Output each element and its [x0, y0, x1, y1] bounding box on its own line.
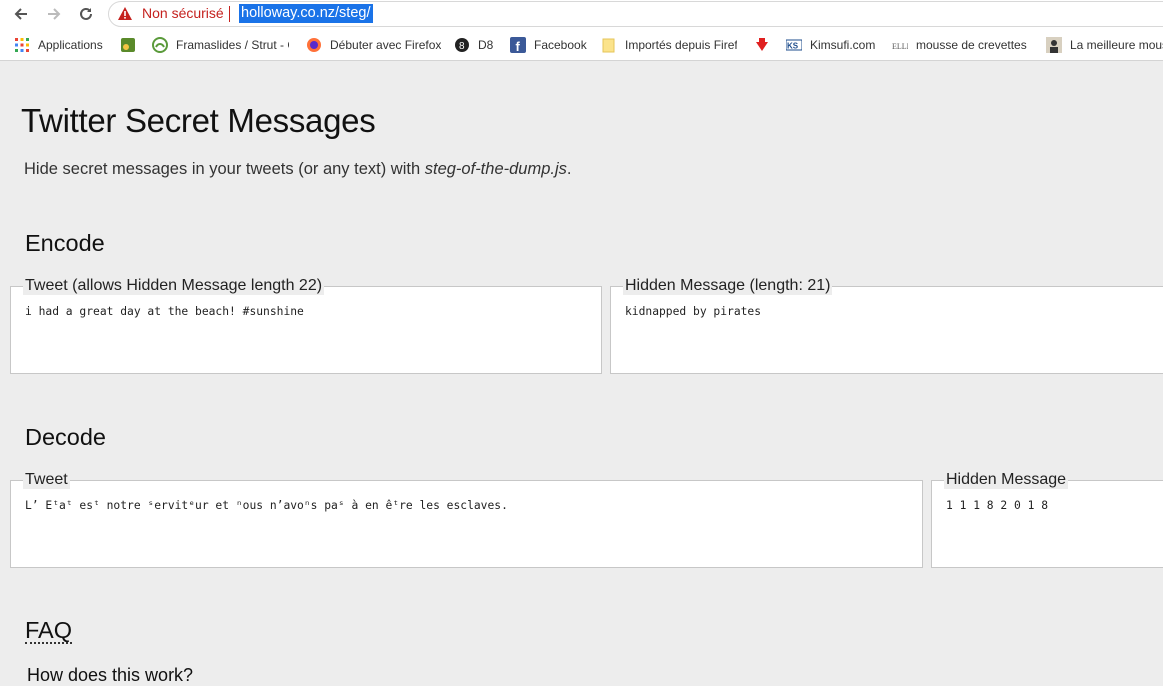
decode-hidden-label: Hidden Message	[944, 471, 1069, 489]
reload-icon	[80, 7, 92, 20]
bookmark-label: Framaslides / Strut - C	[176, 38, 289, 52]
bookmark-applications[interactable]: Applications	[14, 37, 103, 53]
svg-text:f: f	[516, 39, 521, 53]
encode-tweet-textarea[interactable]: i had a great day at the beach! #sunshin…	[25, 305, 595, 318]
back-button[interactable]	[10, 3, 32, 25]
decode-tweet-label: Tweet	[23, 471, 70, 489]
decode-tweet-textarea[interactable]: L’ Eᵗaᵗ esᵗ notre ˢervitᵉur et ⁿous n’av…	[25, 499, 916, 512]
apps-grid-icon	[14, 37, 30, 53]
bookmark-label: Importés depuis Firef	[625, 38, 737, 52]
url-text[interactable]: holloway.co.nz/steg/	[239, 4, 373, 23]
library-name: steg-of-the-dump.js	[424, 160, 567, 178]
kimsufi-icon: KS	[786, 37, 802, 53]
firefox-icon	[306, 37, 322, 53]
bookmark-label: Applications	[38, 38, 103, 52]
svg-text:KS: KS	[787, 42, 799, 51]
omnibox-separator	[229, 6, 230, 22]
bookmark-mousse-crevettes[interactable]: ELLE mousse de crevettes	[892, 37, 1028, 53]
facebook-icon: f	[510, 37, 526, 53]
encode-hidden-textarea[interactable]: kidnapped by pirates	[625, 305, 1163, 318]
bookmarks-bar: Applications Framaslides / Strut - C Déb…	[0, 29, 1163, 61]
forward-button[interactable]	[43, 3, 65, 25]
decode-heading: Decode	[25, 424, 106, 450]
svg-text:ELLE: ELLE	[892, 42, 908, 51]
encode-hidden-label: Hidden Message (length: 21)	[623, 277, 833, 295]
bookmark-label: D8	[478, 38, 494, 52]
browser-toolbar: Non sécurisé holloway.co.nz/steg/	[0, 0, 1163, 29]
warning-icon	[118, 7, 132, 20]
page-content: Twitter Secret Messages Hide secret mess…	[0, 62, 1163, 685]
recipe-icon: ELLE	[892, 37, 908, 53]
bookmark-label: Kimsufi.com	[810, 38, 876, 52]
bookmark-red-arrow[interactable]	[754, 37, 778, 53]
bookmark-label: Facebook	[534, 38, 587, 52]
intro-end: .	[566, 160, 572, 178]
bookmark-framaslides[interactable]: Framaslides / Strut - C	[152, 37, 289, 53]
bookmark-label: La meilleure mous	[1070, 38, 1163, 52]
faq-question: How does this work?	[27, 665, 194, 685]
svg-text:8: 8	[459, 41, 465, 52]
bookmark-imported-folder[interactable]: Importés depuis Firef	[601, 37, 737, 53]
encode-tweet-field[interactable]: Tweet (allows Hidden Message length 22) …	[10, 277, 602, 374]
bookmark-la-meilleure[interactable]: La meilleure mous	[1046, 37, 1163, 53]
intro-lead: Hide secret messages in your tweets (or …	[24, 160, 425, 178]
page-title: Twitter Secret Messages	[21, 102, 376, 139]
encode-hidden-field[interactable]: Hidden Message (length: 21) kidnapped by…	[610, 277, 1163, 374]
bookmark-kimsufi[interactable]: KS Kimsufi.com	[786, 37, 875, 53]
bookmark-facebook[interactable]: f Facebook	[510, 37, 587, 53]
intro-text: Hide secret messages in your tweets (or …	[24, 160, 572, 179]
photo-icon	[1046, 37, 1062, 53]
framaslides-icon	[152, 37, 168, 53]
bookmark-label: Débuter avec Firefox	[330, 38, 442, 52]
forward-arrow-icon	[48, 8, 61, 20]
green-square-icon	[120, 37, 136, 53]
security-label[interactable]: Non sécurisé	[142, 5, 224, 21]
faq-heading[interactable]: FAQ	[25, 618, 73, 644]
d8-icon: 8	[454, 37, 470, 53]
bookmark-d8[interactable]: 8 D8	[454, 37, 493, 53]
reload-button[interactable]	[75, 3, 97, 25]
encode-heading: Encode	[25, 230, 105, 256]
back-arrow-icon	[14, 8, 27, 20]
encode-tweet-label: Tweet (allows Hidden Message length 22)	[23, 277, 325, 295]
bookmark-green[interactable]	[120, 37, 144, 53]
bookmark-label: mousse de crevettes	[916, 38, 1027, 52]
folder-icon	[601, 37, 617, 53]
decode-hidden-field[interactable]: Hidden Message 1 1 1 8 2 0 1 8	[931, 471, 1163, 568]
bookmark-firefox[interactable]: Débuter avec Firefox	[306, 37, 441, 53]
decode-hidden-textarea[interactable]: 1 1 1 8 2 0 1 8	[946, 499, 1163, 512]
decode-tweet-field[interactable]: Tweet L’ Eᵗaᵗ esᵗ notre ˢervitᵉur et ⁿou…	[10, 471, 923, 568]
red-arrow-icon	[754, 37, 770, 53]
